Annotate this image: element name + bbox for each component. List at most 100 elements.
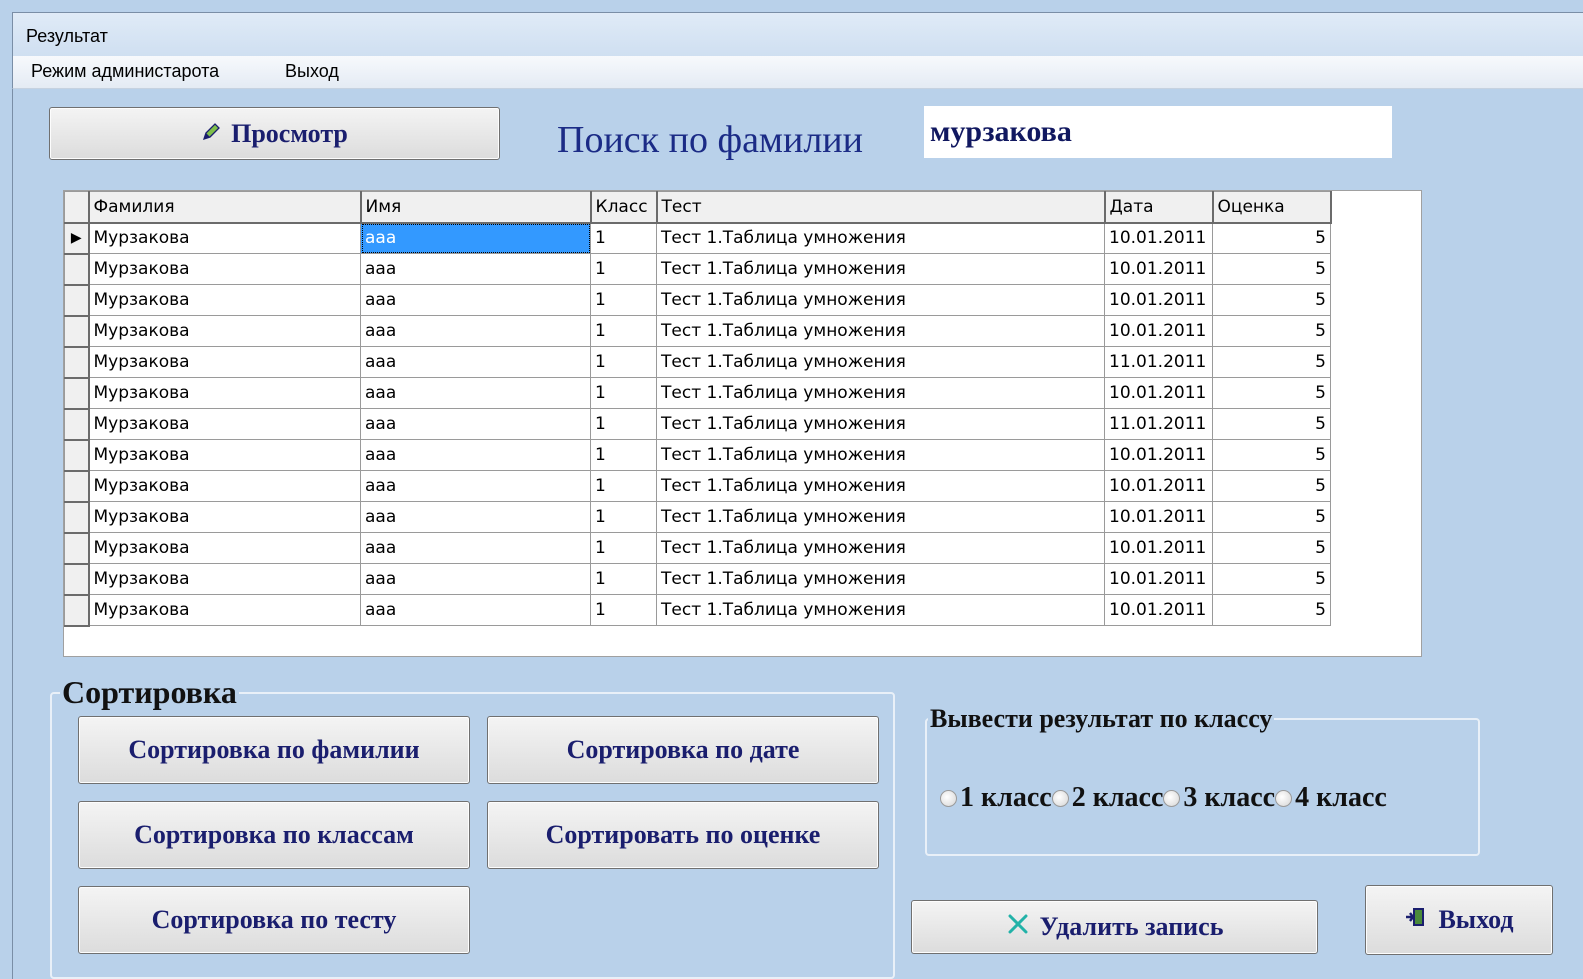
row-indicator[interactable] [64,439,90,472]
cell-grade[interactable]: 5 [1212,594,1331,626]
cell-surname[interactable]: Мурзакова [88,222,361,254]
cell-grade[interactable]: 5 [1212,532,1331,564]
cell-date[interactable]: 10.01.2011 [1104,439,1213,471]
cell-test[interactable]: Тест 1.Таблица умножения [656,501,1105,533]
column-header-class[interactable]: Класс [590,191,658,224]
cell-class[interactable]: 1 [590,284,657,316]
sort-by-date-button[interactable]: Сортировка по дате [487,716,879,784]
cell-name[interactable]: ааа [360,284,591,316]
cell-test[interactable]: Тест 1.Таблица умножения [656,377,1105,409]
cell-name[interactable]: ааа [360,439,591,471]
table-row[interactable]: Мурзакова ааа 1 Тест 1.Таблица умножения 10.… [64,253,1331,286]
cell-test[interactable]: Тест 1.Таблица умножения [656,408,1105,440]
table-row[interactable]: Мурзакова ааа 1 Тест 1.Таблица умножения 10.… [64,563,1331,596]
cell-class[interactable]: 1 [590,439,657,471]
cell-test[interactable]: Тест 1.Таблица умножения [656,253,1105,285]
cell-date[interactable]: 10.01.2011 [1104,315,1213,347]
row-indicator[interactable] [64,408,90,441]
cell-class[interactable]: 1 [590,253,657,285]
table-row[interactable]: ▶ Мурзакова ааа 1 Тест 1.Таблица умножения 10… [64,222,1331,255]
radio-class-1[interactable]: 1 класс [940,782,1052,814]
cell-date[interactable]: 10.01.2011 [1104,470,1213,502]
sort-by-grade-button[interactable]: Сортировать по оценке [487,801,879,869]
cell-grade[interactable]: 5 [1212,222,1331,254]
radio-button-icon[interactable] [1275,789,1293,807]
cell-date[interactable]: 10.01.2011 [1104,501,1213,533]
column-header-surname[interactable]: Фамилия [88,191,362,224]
sort-by-test-button[interactable]: Сортировка по тесту [78,886,470,954]
row-indicator-arrow-icon[interactable]: ▶ [64,222,90,255]
cell-surname[interactable]: Мурзакова [88,284,361,316]
cell-grade[interactable]: 5 [1212,470,1331,502]
cell-class[interactable]: 1 [590,346,657,378]
cell-test[interactable]: Тест 1.Таблица умножения [656,563,1105,595]
cell-test[interactable]: Тест 1.Таблица умножения [656,222,1105,254]
radio-button-icon[interactable] [1163,789,1181,807]
cell-name[interactable]: ааа [360,408,591,440]
cell-grade[interactable]: 5 [1212,346,1331,378]
cell-surname[interactable]: Мурзакова [88,377,361,409]
exit-button[interactable]: Выход [1365,885,1553,955]
results-grid[interactable]: Фамилия Имя Класс Тест Дата Оценка ▶ Мурз… [63,190,1422,657]
cell-date[interactable]: 10.01.2011 [1104,563,1213,595]
cell-name[interactable]: ааа [360,377,591,409]
cell-name[interactable]: ааа [360,501,591,533]
cell-grade[interactable]: 5 [1212,284,1331,316]
row-indicator[interactable] [64,377,90,410]
menu-item-admin-mode[interactable]: Режим администарота [31,61,219,82]
cell-date[interactable]: 10.01.2011 [1104,253,1213,285]
cell-test[interactable]: Тест 1.Таблица умножения [656,439,1105,471]
cell-name[interactable]: ааа [360,563,591,595]
cell-grade[interactable]: 5 [1212,377,1331,409]
cell-grade[interactable]: 5 [1212,501,1331,533]
column-header-test[interactable]: Тест [656,191,1106,224]
cell-name[interactable]: ааа [360,470,591,502]
cell-class[interactable]: 1 [590,315,657,347]
radio-button-icon[interactable] [1051,789,1069,807]
cell-date[interactable]: 10.01.2011 [1104,222,1213,254]
cell-class[interactable]: 1 [590,563,657,595]
row-indicator[interactable] [64,470,90,503]
cell-class[interactable]: 1 [590,594,657,626]
cell-date[interactable]: 10.01.2011 [1104,532,1213,564]
cell-grade[interactable]: 5 [1212,315,1331,347]
view-button[interactable]: Просмотр [49,107,500,160]
cell-name[interactable]: ааа [360,532,591,564]
cell-date[interactable]: 10.01.2011 [1104,284,1213,316]
column-header-grade[interactable]: Оценка [1212,191,1332,224]
row-indicator[interactable] [64,532,90,565]
cell-surname[interactable]: Мурзакова [88,470,361,502]
cell-date[interactable]: 10.01.2011 [1104,377,1213,409]
table-row[interactable]: Мурзакова ааа 1 Тест 1.Таблица умножения 10.… [64,439,1331,472]
row-indicator[interactable] [64,346,90,379]
table-row[interactable]: Мурзакова ааа 1 Тест 1.Таблица умножения 10.… [64,594,1331,627]
table-row[interactable]: Мурзакова ааа 1 Тест 1.Таблица умножения 10.… [64,377,1331,410]
table-row[interactable]: Мурзакова ааа 1 Тест 1.Таблица умножения 11.… [64,346,1331,379]
cell-date[interactable]: 11.01.2011 [1104,346,1213,378]
table-row[interactable]: Мурзакова ааа 1 Тест 1.Таблица умножения 10.… [64,470,1331,503]
row-indicator[interactable] [64,594,90,627]
radio-class-4[interactable]: 4 класс [1275,782,1387,814]
table-row[interactable]: Мурзакова ааа 1 Тест 1.Таблица умножения 10.… [64,284,1331,317]
cell-test[interactable]: Тест 1.Таблица умножения [656,346,1105,378]
menu-item-exit[interactable]: Выход [285,61,339,82]
cell-test[interactable]: Тест 1.Таблица умножения [656,594,1105,626]
cell-surname[interactable]: Мурзакова [88,315,361,347]
sort-by-surname-button[interactable]: Сортировка по фамилии [78,716,470,784]
cell-grade[interactable]: 5 [1212,253,1331,285]
row-indicator[interactable] [64,315,90,348]
table-row[interactable]: Мурзакова ааа 1 Тест 1.Таблица умножения 10.… [64,501,1331,534]
cell-test[interactable]: Тест 1.Таблица умножения [656,532,1105,564]
delete-record-button[interactable]: Удалить запись [911,900,1318,954]
cell-name[interactable]: ааа [360,315,591,347]
column-header-name[interactable]: Имя [360,191,592,224]
cell-name[interactable]: ааа [360,346,591,378]
search-input[interactable] [924,106,1392,158]
cell-grade[interactable]: 5 [1212,439,1331,471]
radio-button-icon[interactable] [940,789,957,807]
cell-class[interactable]: 1 [590,408,657,440]
cell-surname[interactable]: Мурзакова [88,346,361,378]
cell-surname[interactable]: Мурзакова [88,501,361,533]
table-row[interactable]: Мурзакова ааа 1 Тест 1.Таблица умножения 11.… [64,408,1331,441]
row-indicator[interactable] [64,501,90,534]
